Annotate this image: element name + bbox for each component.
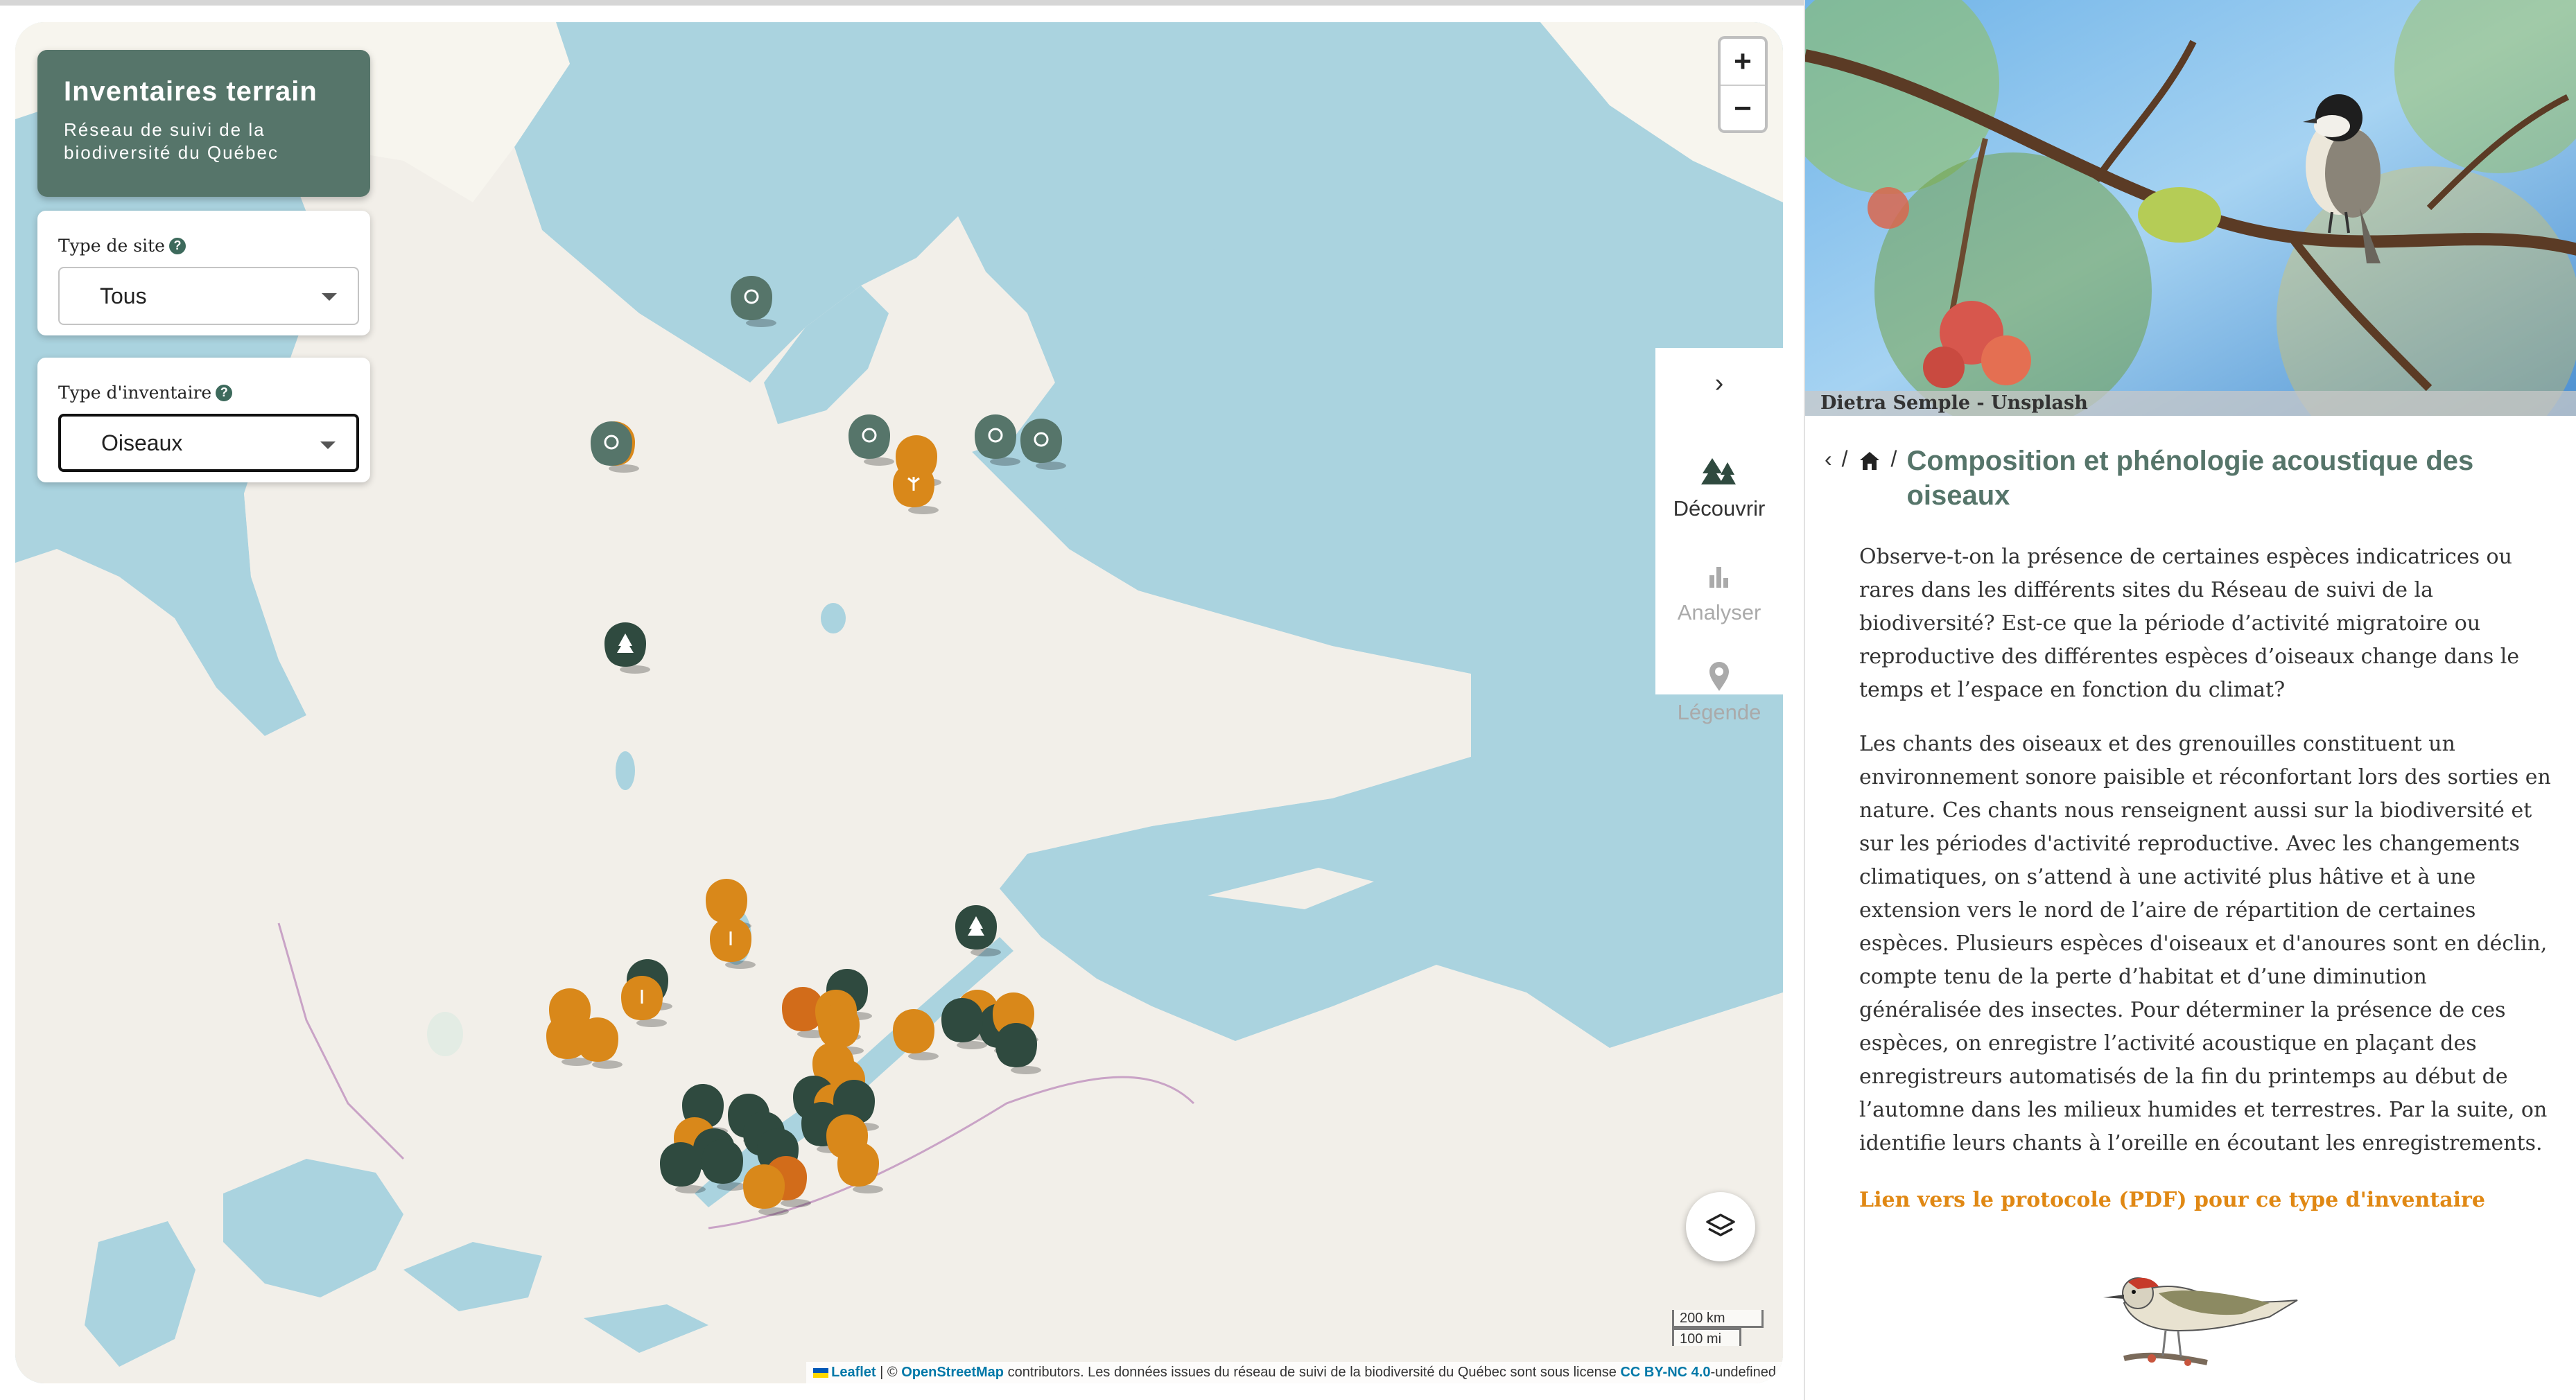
layers-icon	[1706, 1214, 1735, 1236]
osm-link[interactable]: OpenStreetMap	[901, 1365, 1004, 1380]
license-link[interactable]: CC BY-NC 4.0	[1620, 1365, 1710, 1380]
marker-site	[702, 1139, 747, 1191]
inventory-type-value: Oiseaux	[101, 430, 183, 455]
breadcrumb-separator: /	[1890, 446, 1897, 471]
tool-legende-label: Légende	[1677, 700, 1761, 724]
site-type-filter: Type de site? Tous	[37, 211, 370, 335]
marker-site	[1020, 419, 1066, 470]
header-photo: Dietra Semple - Unsplash	[1805, 0, 2576, 416]
help-icon[interactable]: ?	[216, 384, 233, 401]
photo-credit: Dietra Semple - Unsplash	[1805, 391, 2576, 416]
breadcrumb: ‹ / / Composition et phénologie acoustiq…	[1825, 444, 2516, 513]
tool-analyser[interactable]: Analyser	[1655, 556, 1783, 625]
zoom-control: + −	[1718, 36, 1768, 133]
info-panel: Dietra Semple - Unsplash ‹ / / Compositi…	[1804, 0, 2576, 1400]
back-chevron-icon[interactable]: ‹	[1825, 444, 1832, 474]
scale-mi: 100 mi	[1672, 1328, 1741, 1347]
marker-site	[837, 1142, 883, 1193]
breadcrumb-separator: /	[1841, 446, 1848, 471]
leaflet-link[interactable]: Leaflet	[831, 1365, 876, 1380]
protocol-pdf-link[interactable]: Lien vers le protocole (PDF) pour ce typ…	[1859, 1188, 2485, 1212]
inventory-type-select[interactable]: Oiseaux	[58, 414, 359, 472]
tool-decouvrir-label: Découvrir	[1673, 496, 1766, 520]
map-pin-icon	[1655, 656, 1783, 697]
tool-decouvrir[interactable]: Découvrir	[1655, 452, 1783, 521]
map-container[interactable]: Inventaires terrain Réseau de suivi de l…	[15, 22, 1783, 1383]
site-type-label: Type de site	[58, 236, 165, 256]
app-subtitle: Réseau de suivi de la biodiversité du Qu…	[64, 119, 279, 163]
map-scale: 200 km 100 mi	[1672, 1310, 1764, 1347]
marker-site	[848, 414, 894, 466]
zoom-out-button[interactable]: −	[1721, 86, 1765, 130]
zoom-in-button[interactable]: +	[1721, 39, 1765, 86]
map-attribution: Leaflet | © OpenStreetMap contributors. …	[806, 1362, 1783, 1383]
help-icon[interactable]: ?	[168, 237, 186, 254]
caret-down-icon	[320, 441, 336, 449]
description-paragraph: Observe-t-on la présence de certaines es…	[1859, 545, 2520, 702]
marker-site	[591, 421, 639, 473]
app-title: Inventaires terrain	[64, 76, 317, 107]
layers-button[interactable]	[1686, 1192, 1755, 1261]
scale-km: 200 km	[1672, 1310, 1764, 1328]
marker-site	[893, 1009, 939, 1060]
site-type-select[interactable]: Tous	[58, 267, 359, 325]
side-toolbar: › Découvrir Analyser Légende	[1655, 348, 1783, 724]
page-title: Composition et phénologie acoustique des…	[1906, 446, 2474, 511]
description-paragraph: Les chants des oiseaux et des grenouille…	[1859, 732, 2551, 1155]
tool-analyser-label: Analyser	[1677, 600, 1761, 624]
app-title-card: Inventaires terrain Réseau de suivi de l…	[37, 50, 370, 197]
bar-chart-icon	[1655, 556, 1783, 597]
tool-legende[interactable]: Légende	[1655, 656, 1783, 725]
home-icon[interactable]	[1858, 444, 1881, 474]
marker-site	[995, 1023, 1041, 1074]
site-type-value: Tous	[100, 283, 147, 308]
ukraine-flag-icon	[813, 1367, 829, 1378]
marker-site	[975, 414, 1020, 466]
description: Observe-t-on la présence de certaines es…	[1859, 541, 2552, 1181]
bird-illustration	[2096, 1254, 2304, 1383]
chevron-right-icon[interactable]: ›	[1655, 369, 1783, 399]
marker-site	[604, 622, 650, 674]
inventory-type-filter: Type d'inventaire? Oiseaux	[37, 358, 370, 482]
marker-site	[731, 276, 776, 327]
caret-down-icon	[322, 293, 337, 301]
inventory-type-label: Type d'inventaire	[58, 383, 212, 403]
trees-icon	[1655, 452, 1783, 493]
marker-site	[955, 905, 1001, 956]
